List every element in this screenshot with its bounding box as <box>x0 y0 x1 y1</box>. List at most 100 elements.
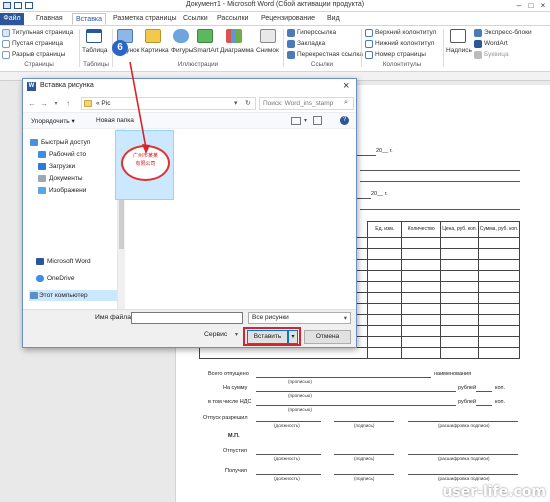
underline <box>408 421 518 422</box>
screenshot-button[interactable]: Снимок <box>256 47 279 54</box>
pictures-icon <box>38 187 46 194</box>
signature-decode-hint: (расшифровка подписи) <box>438 456 490 461</box>
insert-dropdown-icon[interactable]: ▾ <box>288 330 298 344</box>
received-by-label: Получил <box>225 468 247 474</box>
kop-label: коп. <box>495 399 506 405</box>
stamp-place-label: М.П. <box>228 433 240 439</box>
chevron-down-icon[interactable]: ▾ <box>234 99 238 107</box>
underline <box>360 209 520 210</box>
quick-parts-button[interactable]: Экспресс-блоки <box>484 29 532 36</box>
sidebar-item-onedrive[interactable]: OneDrive <box>36 273 74 284</box>
hyperlink-button[interactable]: Гиперссылка <box>297 29 336 36</box>
tab-view[interactable]: Вид <box>324 13 343 25</box>
close-icon[interactable]: × <box>538 1 548 10</box>
textbox-button[interactable]: Надпись <box>446 47 472 54</box>
search-field[interactable]: Поиск: Word_ins_stamp ⌕ <box>259 97 354 110</box>
sidebar-item-downloads[interactable]: Загрузки <box>38 161 76 172</box>
smartart-button[interactable]: SmartArt <box>193 47 219 54</box>
maximize-icon[interactable]: □ <box>526 1 536 10</box>
screenshot-icon <box>260 29 276 43</box>
sidebar-item-label: Загрузки <box>49 163 76 170</box>
permit-label: Отпуск разрешил <box>203 415 248 421</box>
preview-pane-icon[interactable] <box>313 116 322 125</box>
footer-button[interactable]: Нижний колонтитул <box>375 40 434 47</box>
underline <box>256 421 321 422</box>
date-line-1: 20__ г. <box>376 148 393 154</box>
organize-button[interactable]: Упорядочить ▾ <box>31 117 75 125</box>
chart-button[interactable]: Диаграмма <box>220 47 254 54</box>
tab-references[interactable]: Ссылки <box>180 13 211 25</box>
in-words-hint: (прописью) <box>288 379 312 384</box>
dropcap-button[interactable]: Буквица <box>484 51 509 58</box>
vat-label: в том числе НДС <box>208 399 252 405</box>
tab-insert[interactable]: Вставка <box>72 13 107 25</box>
footer-icon <box>365 40 373 48</box>
tab-file[interactable]: Файл <box>0 13 24 25</box>
position-hint: (должность) <box>274 456 300 461</box>
cancel-button[interactable]: Отмена <box>304 330 351 344</box>
file-thumbnail-stamp[interactable]: 广州市某某 有限公司 <box>115 130 174 200</box>
word-icon: W <box>27 82 36 91</box>
minimize-icon[interactable]: – <box>514 1 524 10</box>
sidebar-item-desktop[interactable]: Рабочий сто <box>38 149 86 160</box>
search-icon[interactable]: ⌕ <box>344 99 348 107</box>
table-icon <box>86 29 102 43</box>
chevron-down-icon[interactable]: ▾ <box>304 117 307 124</box>
page-number-icon <box>365 51 373 59</box>
navigation-pane: Быстрый доступ Рабочий сто Загрузки Доку… <box>23 129 118 309</box>
documents-icon <box>38 175 46 182</box>
recent-dropdown-icon[interactable]: ▾ <box>51 99 61 109</box>
help-icon[interactable]: ? <box>340 116 349 125</box>
sidebar-item-pictures[interactable]: Изображени <box>38 185 86 196</box>
filename-input[interactable] <box>131 312 243 324</box>
new-folder-button[interactable]: Новая папка <box>96 117 134 124</box>
table-button[interactable]: Таблица <box>82 47 108 54</box>
shapes-icon <box>173 29 189 43</box>
header-button[interactable]: Верхний колонтитул <box>375 29 436 36</box>
underline <box>256 474 321 475</box>
computer-icon <box>30 292 38 299</box>
stamp-text-line2: 有限公司 <box>135 161 156 167</box>
insert-button[interactable]: Вставить <box>247 330 288 344</box>
in-words-hint: (прописью) <box>288 393 312 398</box>
blank-page-button[interactable]: Пустая страница <box>12 40 63 47</box>
wordart-button[interactable]: WordArt <box>484 40 508 47</box>
shapes-button[interactable]: Фигуры <box>171 47 193 54</box>
chevron-down-icon[interactable]: ▾ <box>235 331 238 338</box>
cross-reference-button[interactable]: Перекрестная ссылка <box>297 51 363 58</box>
forward-icon[interactable]: → <box>39 99 49 109</box>
ribbon-divider <box>443 29 444 67</box>
position-hint: (должность) <box>274 423 300 428</box>
clipart-button[interactable]: Картинка <box>141 47 169 54</box>
back-icon[interactable]: ← <box>27 99 37 109</box>
page-number-button[interactable]: Номер страницы <box>375 51 426 58</box>
tab-home[interactable]: Главная <box>33 13 66 25</box>
sum-label: На сумму <box>223 385 248 391</box>
sidebar-item-microsoft-word[interactable]: Microsoft Word <box>36 256 91 267</box>
view-options-icon[interactable] <box>291 117 301 125</box>
tools-button[interactable]: Сервис <box>204 331 227 338</box>
sidebar-item-label: Microsoft Word <box>47 258 91 265</box>
file-type-select[interactable]: Все рисунки ▾ <box>248 312 351 324</box>
table-row <box>198 347 520 359</box>
sidebar-item-quick-access[interactable]: Быстрый доступ <box>30 137 90 148</box>
signature-decode-hint: (расшифровка подписи) <box>438 423 490 428</box>
stamp-image: 广州市某某 有限公司 <box>121 145 170 181</box>
clipart-icon <box>145 29 161 43</box>
bookmark-button[interactable]: Закладка <box>297 40 325 47</box>
cover-page-button[interactable]: Титульная страница <box>12 29 73 36</box>
blank-page-icon <box>2 40 10 48</box>
tab-page-layout[interactable]: Разметка страницы <box>110 13 180 25</box>
refresh-icon[interactable]: ↻ <box>245 99 251 107</box>
sidebar-item-documents[interactable]: Документы <box>38 173 83 184</box>
quick-parts-icon <box>474 29 482 37</box>
dialog-footer: Имя файла: Все рисунки ▾ Сервис ▾ Встави… <box>23 309 356 347</box>
tab-review[interactable]: Рецензирование <box>258 13 318 25</box>
page-break-button[interactable]: Разрыв страницы <box>12 51 65 58</box>
up-icon[interactable]: ↑ <box>63 99 73 109</box>
path-field[interactable]: « Pic ▾ ↻ <box>81 97 256 110</box>
signature-hint: (подпись) <box>354 456 375 461</box>
tab-mailings[interactable]: Рассылки <box>214 13 251 25</box>
sidebar-item-this-pc[interactable]: Этот компьютер <box>29 290 117 301</box>
dialog-close-icon[interactable]: × <box>343 80 349 92</box>
